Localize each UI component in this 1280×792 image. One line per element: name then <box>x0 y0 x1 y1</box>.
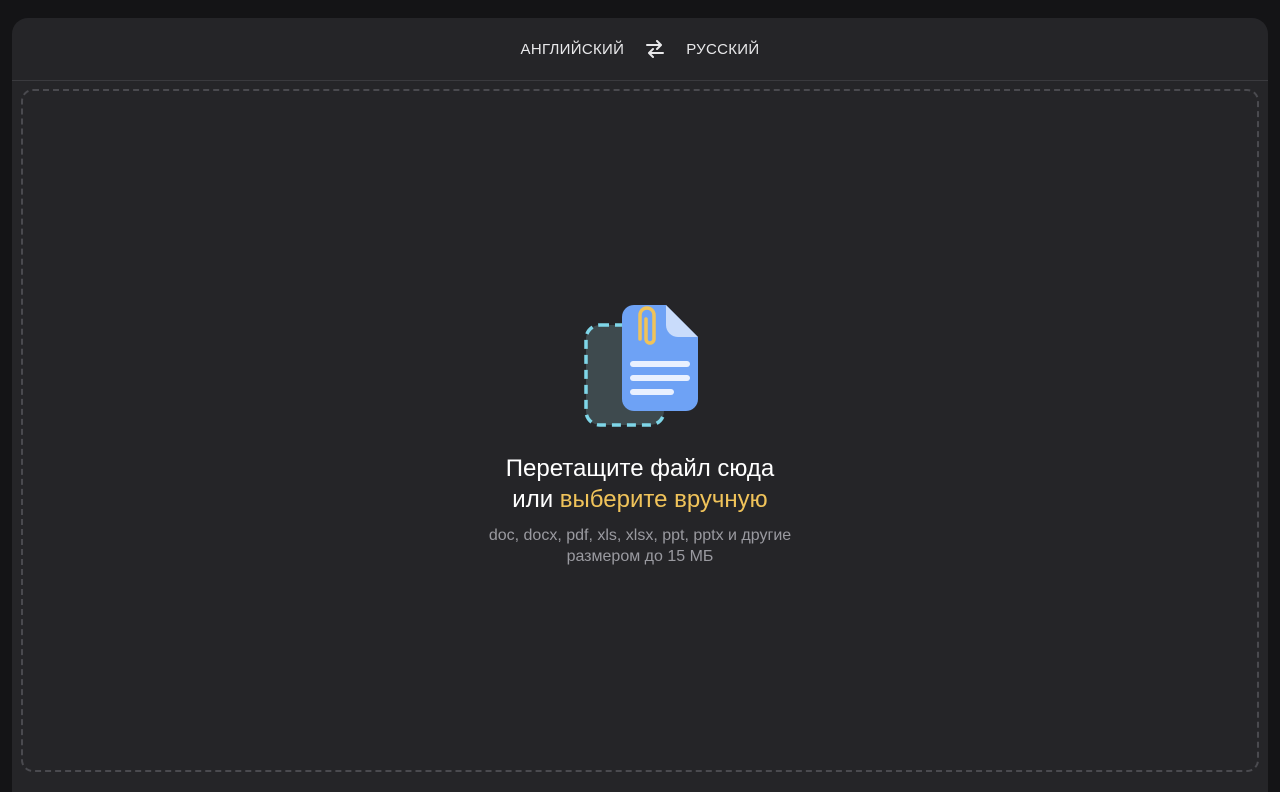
dropzone-hint: doc, docx, pdf, xls, xlsx, ppt, pptx и д… <box>489 525 791 567</box>
choose-file-link[interactable]: выберите вручную <box>560 486 768 513</box>
swap-arrows-icon[interactable] <box>644 38 666 60</box>
dropzone-title-line1: Перетащите файл сюда <box>505 455 775 482</box>
file-dropzone[interactable]: Перетащите файл сюда или выберите вручну… <box>21 89 1259 772</box>
supported-formats-text: doc, docx, pdf, xls, xlsx, ppt, pptx и д… <box>488 527 792 544</box>
dropzone-title: Перетащите файл сюда или выберите вручну… <box>506 453 774 515</box>
dropzone-content: Перетащите файл сюда или выберите вручну… <box>23 299 1257 567</box>
dropzone-title-line2: или выберите вручную <box>506 484 774 515</box>
dropzone-title-prefix: или <box>512 486 554 513</box>
language-bar: АНГЛИЙСКИЙ РУССКИЙ <box>12 18 1268 81</box>
translator-panel: АНГЛИЙСКИЙ РУССКИЙ Перетащите файл сюда … <box>12 18 1268 792</box>
target-language-button[interactable]: РУССКИЙ <box>686 41 759 58</box>
file-attachment-icon <box>584 305 698 427</box>
source-language-button[interactable]: АНГЛИЙСКИЙ <box>521 41 625 58</box>
size-limit-text: размером до 15 МБ <box>566 548 714 565</box>
